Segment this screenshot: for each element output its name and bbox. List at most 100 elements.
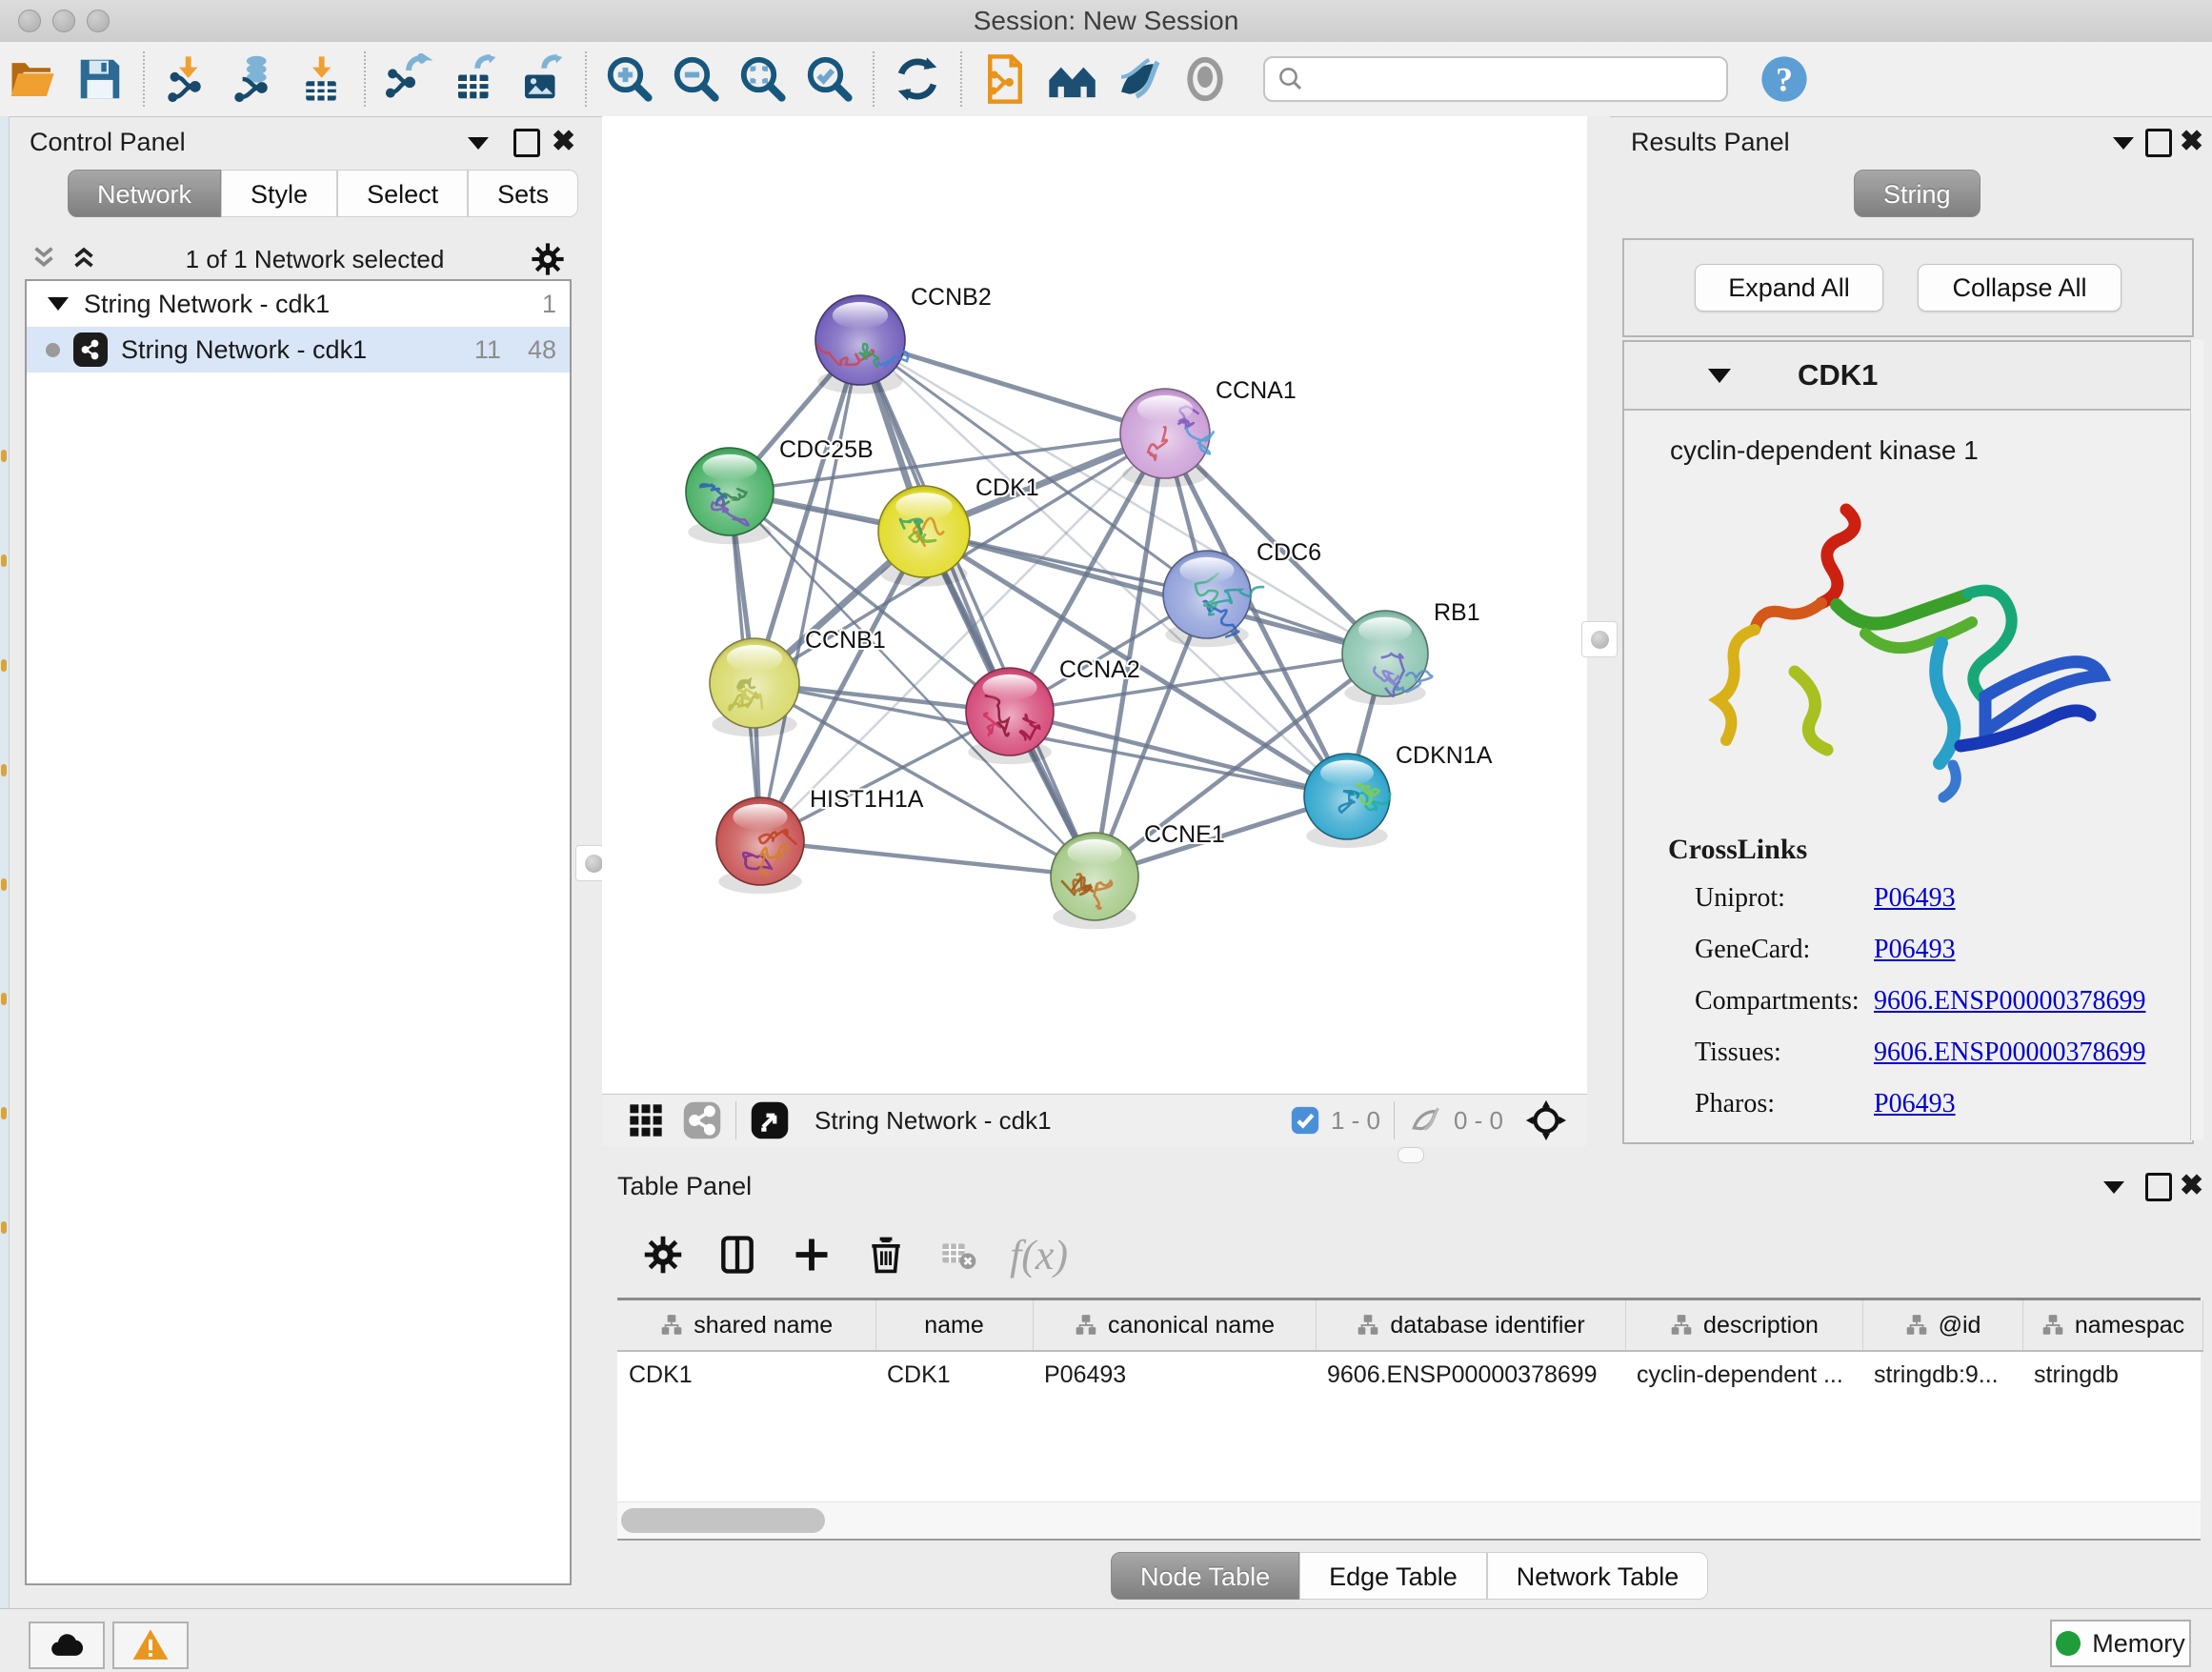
float-panel-icon[interactable] xyxy=(513,129,540,157)
column-header-canonicalname[interactable]: canonical name xyxy=(1033,1300,1316,1351)
gene-section-header[interactable]: CDK1 xyxy=(1624,342,2192,411)
network-type-gray-icon[interactable] xyxy=(682,1100,722,1140)
collection-expander-icon[interactable] xyxy=(48,297,69,311)
help-button[interactable]: ? xyxy=(1751,50,1818,109)
tab-sets[interactable]: Sets xyxy=(468,170,578,217)
column-header-name[interactable]: name xyxy=(875,1300,1033,1351)
node-CDK1[interactable]: CDK1 xyxy=(878,474,1039,587)
column-header-description[interactable]: description xyxy=(1625,1300,1862,1351)
export-image-button[interactable] xyxy=(509,50,575,109)
toolbar-search-field[interactable] xyxy=(1263,56,1728,102)
vertical-splitter-right[interactable] xyxy=(1587,116,1610,1164)
tab-edge-table[interactable]: Edge Table xyxy=(1299,1552,1487,1600)
node-CCNB2[interactable]: CCNB2 xyxy=(815,284,992,393)
float-panel-icon[interactable] xyxy=(2145,1173,2172,1201)
column-header-namespac[interactable]: namespac xyxy=(2022,1300,2202,1351)
houses-button[interactable] xyxy=(1038,50,1105,109)
vertical-splitter-left[interactable] xyxy=(583,116,602,1145)
main-toolbar: ? xyxy=(0,42,2212,117)
expand-all-button[interactable]: Expand All xyxy=(1695,264,1883,312)
network-canvas[interactable]: CCNB2CCNA1CDC25BCDK1CDC6RB1CCNB1CCNA2CDK… xyxy=(602,116,1587,1094)
table-row[interactable]: CDK1CDK1P064939606.ENSP00000378699cyclin… xyxy=(617,1351,2202,1398)
crosslink-row: GeneCard:P06493 xyxy=(1695,935,2192,965)
gene-section: CDK1 cyclin-dependent kinase 1 CrossLink… xyxy=(1622,340,2194,1144)
collapse-all-button[interactable]: Collapse All xyxy=(1918,264,2122,312)
add-column-icon[interactable] xyxy=(791,1234,833,1276)
column-header-id[interactable]: @id xyxy=(1862,1300,2022,1351)
delete-column-icon[interactable] xyxy=(865,1234,907,1276)
node-RB1[interactable]: RB1 xyxy=(1342,599,1480,705)
tab-select[interactable]: Select xyxy=(337,170,468,217)
edge-CCNB2-CCNA1[interactable] xyxy=(860,340,1165,433)
edge-CCNB2-HIST1H1A[interactable] xyxy=(760,340,860,841)
close-panel-icon[interactable]: ✖ xyxy=(2180,125,2203,158)
close-window-button[interactable] xyxy=(18,10,41,32)
collapse-all-icon[interactable] xyxy=(28,243,60,275)
memory-button[interactable]: Memory xyxy=(2050,1620,2191,1667)
zoom-out-button[interactable] xyxy=(663,50,730,109)
table-hscrollbar[interactable] xyxy=(617,1501,2201,1539)
crosslink-link[interactable]: P06493 xyxy=(1874,883,1956,914)
node-label: CCNA2 xyxy=(1059,656,1140,683)
close-panel-icon[interactable]: ✖ xyxy=(2180,1169,2203,1202)
tab-network[interactable]: Network xyxy=(68,170,221,217)
node-label: CCNA1 xyxy=(1216,377,1297,404)
table-gear-icon[interactable] xyxy=(642,1234,684,1276)
zoom-selected-button[interactable] xyxy=(796,50,863,109)
zoom-fit-button[interactable] xyxy=(730,50,796,109)
crosslink-link[interactable]: P06493 xyxy=(1874,935,1956,965)
export-network-icon xyxy=(383,53,434,105)
hide-selected-button[interactable] xyxy=(1105,50,1172,109)
gear-icon[interactable] xyxy=(530,241,566,277)
export-network-button[interactable] xyxy=(375,50,442,109)
search-input[interactable] xyxy=(1305,64,1726,95)
scrollbar-thumb[interactable] xyxy=(621,1508,825,1533)
section-expander-icon[interactable] xyxy=(1708,369,1731,383)
node-CCNE1[interactable]: CCNE1 xyxy=(1051,821,1225,929)
import-network-button[interactable] xyxy=(154,50,221,109)
tab-style[interactable]: Style xyxy=(221,170,337,217)
warning-button[interactable] xyxy=(112,1622,189,1669)
expand-all-icon[interactable] xyxy=(68,243,100,275)
node-CCNA1[interactable]: CCNA1 xyxy=(1120,377,1297,487)
columns-icon[interactable] xyxy=(716,1234,758,1276)
network-row-selected[interactable]: String Network - cdk1 11 48 xyxy=(27,327,570,373)
tab-node-table[interactable]: Node Table xyxy=(1111,1552,1299,1600)
column-header-sharedname[interactable]: shared name xyxy=(617,1300,875,1351)
float-panel-icon[interactable] xyxy=(2145,129,2172,157)
show-all-button[interactable] xyxy=(1172,50,1238,109)
minimize-window-button[interactable] xyxy=(52,10,75,32)
detach-view-icon[interactable] xyxy=(750,1100,790,1140)
refresh-button[interactable] xyxy=(884,50,951,109)
grid-view-icon[interactable] xyxy=(627,1101,665,1139)
cloud-button[interactable] xyxy=(29,1622,105,1669)
open-session-button[interactable] xyxy=(0,50,67,109)
zoom-in-button[interactable] xyxy=(596,50,663,109)
tab-network-table[interactable]: Network Table xyxy=(1487,1552,1709,1600)
node-HIST1H1A[interactable]: HIST1H1A xyxy=(716,786,924,894)
crosslink-link[interactable]: 9606.ENSP00000378699 xyxy=(1874,1037,2145,1068)
birdseye-icon[interactable] xyxy=(1524,1098,1568,1142)
selected-checkbox-icon[interactable] xyxy=(1289,1104,1321,1137)
node-CDKN1A[interactable]: CDKN1A xyxy=(1304,742,1493,848)
help-icon: ? xyxy=(1759,53,1810,105)
node-CDC25B[interactable]: CDC25B xyxy=(686,436,874,544)
zoom-window-button[interactable] xyxy=(87,10,110,32)
import-table-button[interactable] xyxy=(288,50,354,109)
network-from-file-button[interactable] xyxy=(972,50,1038,109)
results-actions-box: Expand All Collapse All xyxy=(1622,238,2194,337)
crosslink-link[interactable]: P06493 xyxy=(1874,1089,1956,1119)
import-database-button[interactable] xyxy=(221,50,288,109)
panel-menu-icon[interactable] xyxy=(2113,137,2134,150)
panel-menu-icon[interactable] xyxy=(468,137,489,150)
panel-menu-icon[interactable] xyxy=(2103,1181,2124,1194)
column-header-databaseidentifier[interactable]: database identifier xyxy=(1316,1300,1625,1351)
tab-string[interactable]: String xyxy=(1854,170,1981,217)
splitter-grip[interactable] xyxy=(1398,1147,1424,1163)
results-scrollbar[interactable] xyxy=(2190,340,2203,1140)
network-collection-row[interactable]: String Network - cdk1 1 xyxy=(27,281,570,327)
export-table-button[interactable] xyxy=(442,50,509,109)
crosslink-link[interactable]: 9606.ENSP00000378699 xyxy=(1874,986,2145,1017)
close-panel-icon[interactable]: ✖ xyxy=(552,125,575,158)
save-session-button[interactable] xyxy=(67,50,133,109)
